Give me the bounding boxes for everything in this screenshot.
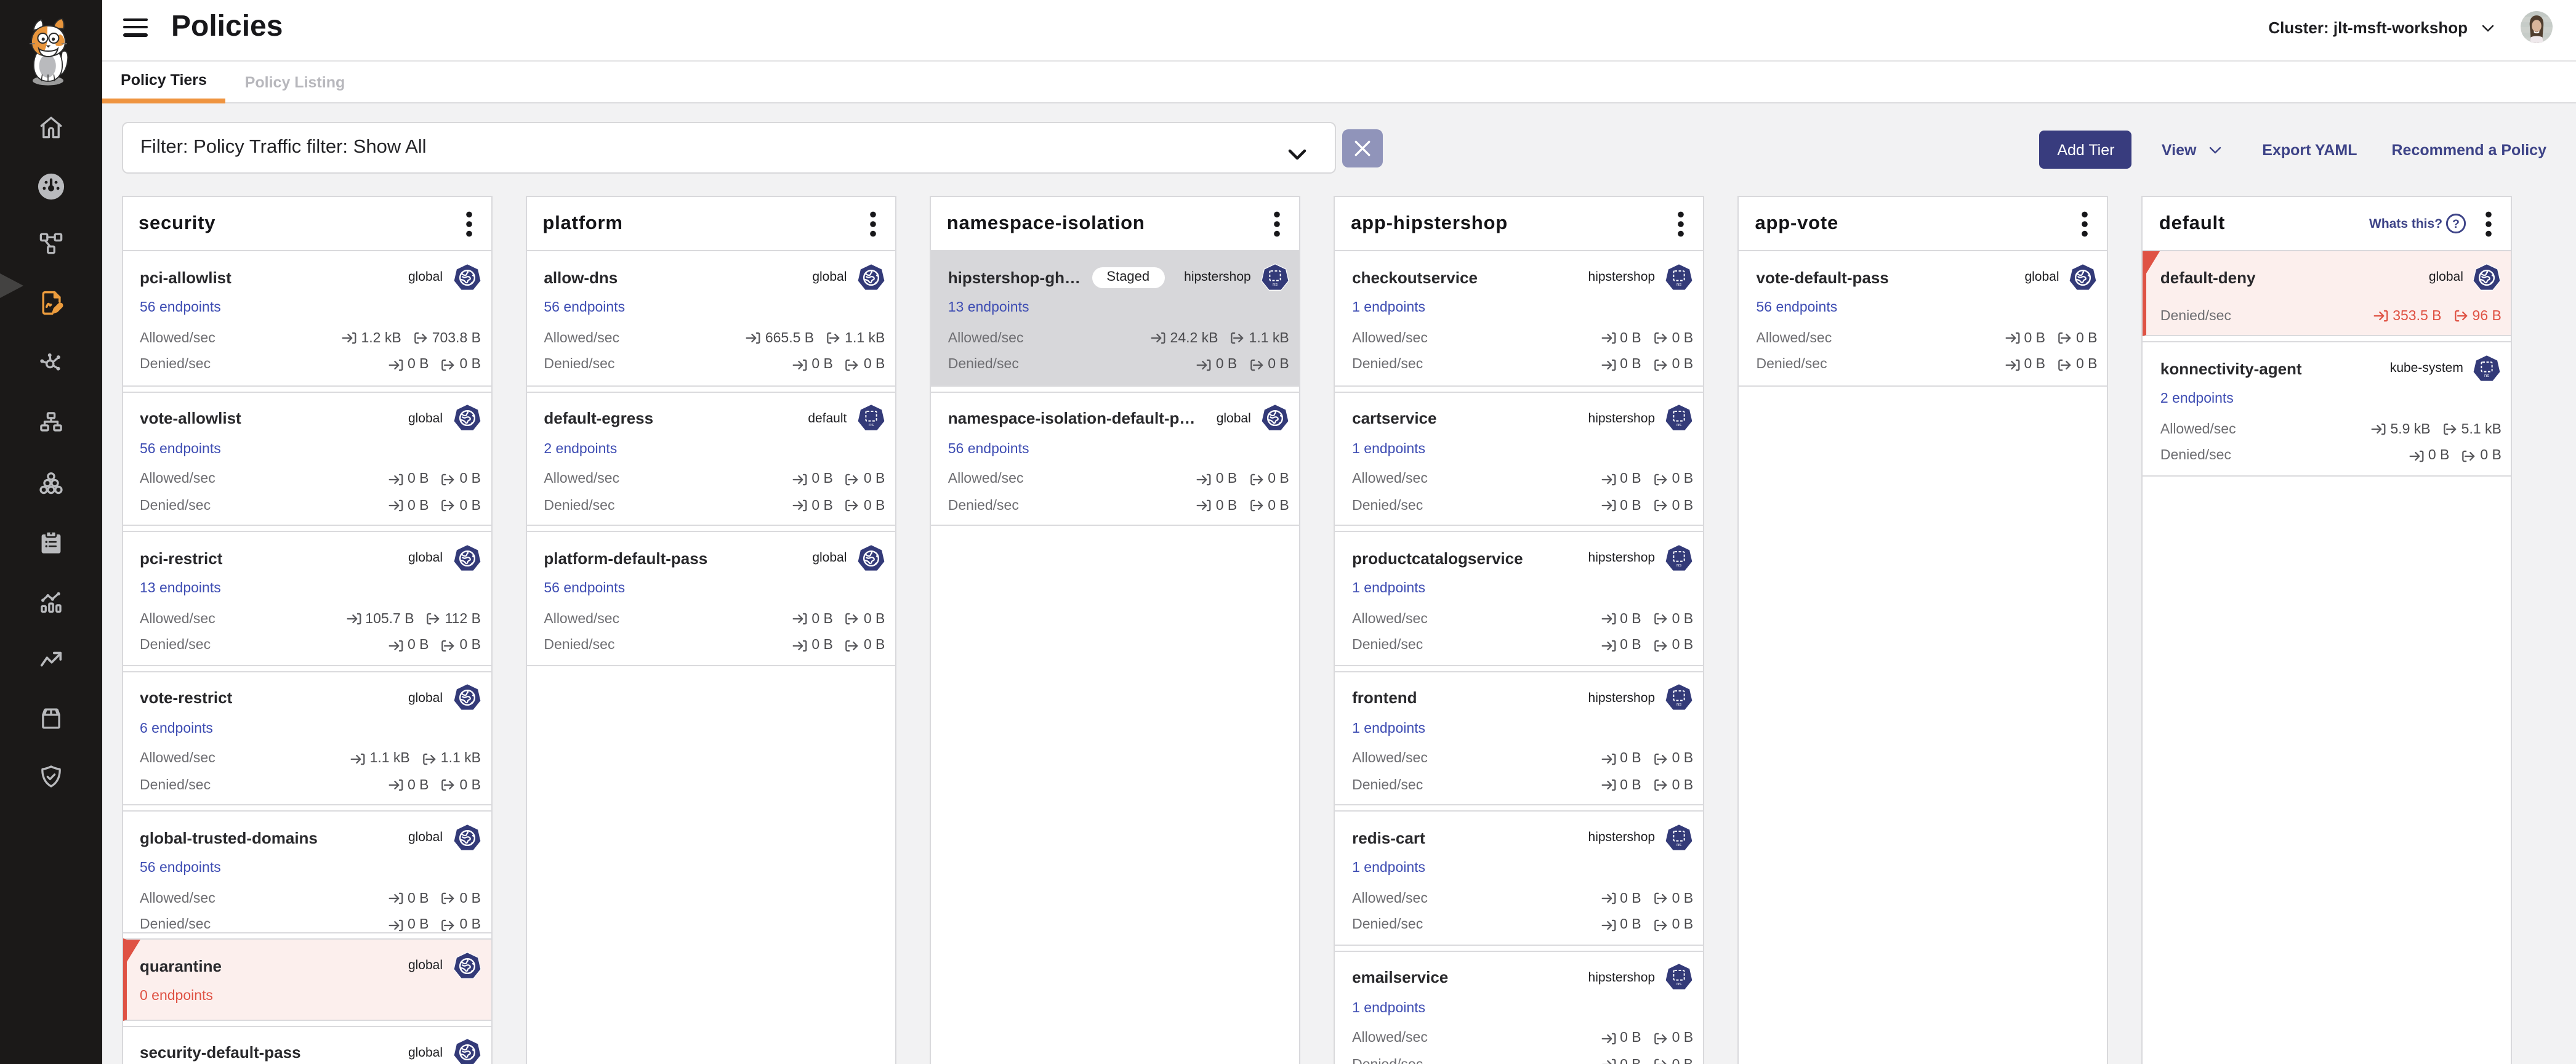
svg-text:ns: ns [1273,281,1278,286]
svg-text:ns: ns [1676,841,1681,847]
svg-text:ns: ns [1676,981,1681,986]
svg-text:ns: ns [1676,422,1681,427]
svg-text:ns: ns [1676,281,1681,286]
svg-text:ns: ns [1676,562,1681,567]
svg-text:?: ? [2453,217,2460,231]
svg-text:ns: ns [868,422,873,427]
svg-text:ns: ns [2485,372,2490,377]
svg-text:ns: ns [1676,701,1681,707]
